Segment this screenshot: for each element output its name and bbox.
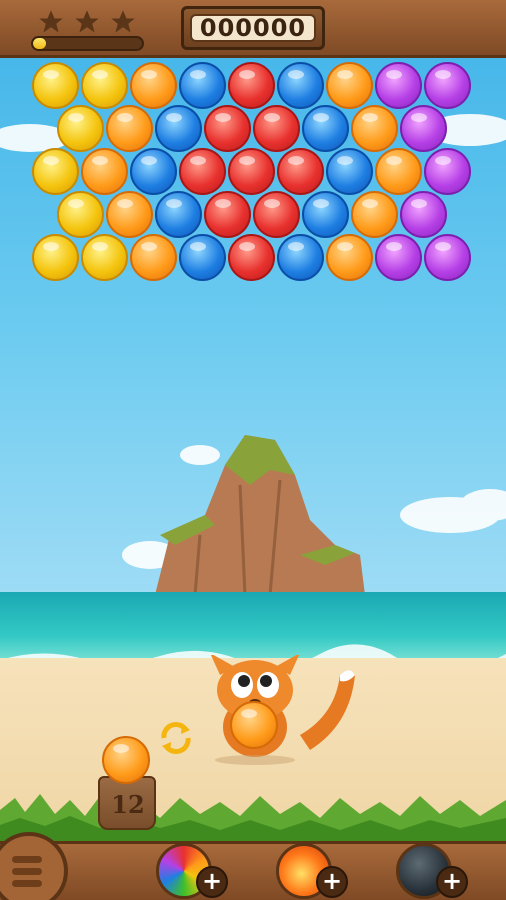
bubble-blue xyxy=(154,105,202,152)
bubble-red xyxy=(277,148,324,195)
score-value: 000000 xyxy=(190,14,316,42)
next-bubble[interactable] xyxy=(102,736,150,784)
bubble-blue xyxy=(326,148,373,195)
add-rainbow-button[interactable]: + xyxy=(196,866,228,898)
bubble-yellow xyxy=(32,62,79,109)
add-bomb-button[interactable]: + xyxy=(436,866,468,898)
bubble-purple xyxy=(375,62,422,109)
ammo-stump: 12 xyxy=(98,776,156,830)
bubble-red xyxy=(203,191,251,238)
bubble-orange xyxy=(81,148,128,195)
bubble-blue xyxy=(301,191,349,238)
bubble-purple xyxy=(424,62,471,109)
add-fire-button[interactable]: + xyxy=(316,866,348,898)
bubble-blue xyxy=(277,62,324,109)
bubble-yellow xyxy=(32,148,79,195)
bubble-orange xyxy=(350,191,398,238)
bubble-orange xyxy=(326,234,373,281)
bubble-orange xyxy=(375,148,422,195)
bubble-orange xyxy=(350,105,398,152)
star-rating xyxy=(36,8,138,36)
bubble-blue xyxy=(179,62,226,109)
bubble-orange xyxy=(130,234,177,281)
bubble-blue xyxy=(179,234,226,281)
score-progress-fill xyxy=(33,38,47,49)
bubble-red xyxy=(228,234,275,281)
current-bubble[interactable] xyxy=(230,701,278,749)
fox-shooter xyxy=(210,655,355,765)
top-hud: 000000 xyxy=(0,0,506,58)
bubble-yellow xyxy=(81,234,128,281)
bubble-blue xyxy=(130,148,177,195)
bubble-red xyxy=(228,148,275,195)
swap-icon[interactable] xyxy=(156,718,196,758)
bubble-blue xyxy=(277,234,324,281)
score-panel: 000000 xyxy=(181,6,325,50)
star-icon xyxy=(75,10,99,33)
bubble-red xyxy=(179,148,226,195)
bubble-red xyxy=(228,62,275,109)
bubble-purple xyxy=(375,234,422,281)
bubble-blue xyxy=(154,191,202,238)
star-icon xyxy=(111,10,135,33)
game-scene[interactable]: 12 000000 + + + xyxy=(0,0,506,900)
bubble-purple xyxy=(424,234,471,281)
shots-remaining: 12 xyxy=(111,790,145,819)
menu-icon xyxy=(12,856,42,892)
bubble-orange xyxy=(130,62,177,109)
star-icon xyxy=(39,10,63,33)
bubble-yellow xyxy=(56,105,104,152)
bubble-yellow xyxy=(56,191,104,238)
bubble-orange xyxy=(326,62,373,109)
bubble-orange xyxy=(105,105,153,152)
bubble-yellow xyxy=(81,62,128,109)
bubble-blue xyxy=(301,105,349,152)
rock-island xyxy=(155,435,365,596)
bubble-purple xyxy=(399,105,447,152)
score-progress-bar xyxy=(31,36,144,51)
bubble-red xyxy=(203,105,251,152)
bubble-red xyxy=(252,191,300,238)
bubble-yellow xyxy=(32,234,79,281)
bubble-purple xyxy=(424,148,471,195)
bubble-orange xyxy=(105,191,153,238)
bubble-purple xyxy=(399,191,447,238)
bubble-red xyxy=(252,105,300,152)
